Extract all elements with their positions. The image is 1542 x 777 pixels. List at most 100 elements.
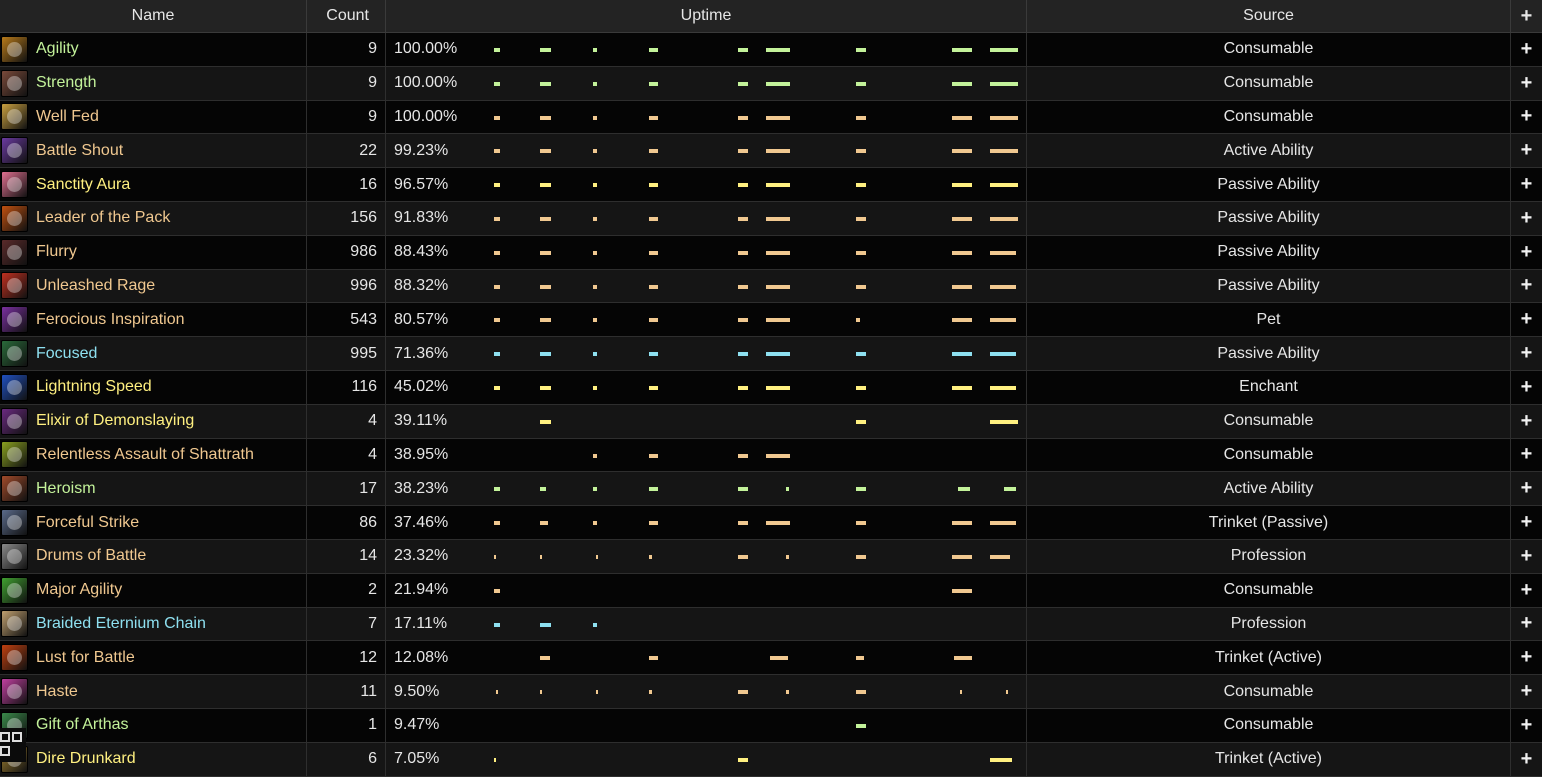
table-row[interactable]: Braided Eternium Chain 7 17.11% Professi… [0,607,1542,642]
expand-row-button[interactable]: + [1511,540,1542,573]
uptime-segment [738,149,748,154]
uptime-percent: 12.08% [394,648,449,666]
count-column-header[interactable]: Count [307,0,386,32]
uptime-column-header[interactable]: Uptime [386,0,1027,32]
uptime-timeline [386,641,1026,674]
buff-name-cell: Drums of Battle [0,539,307,573]
expand-row-button[interactable]: + [1511,641,1542,674]
buff-name[interactable]: Leader of the Pack [36,209,170,227]
expand-row-button[interactable]: + [1511,405,1542,438]
buff-name[interactable]: Focused [36,345,97,363]
buff-name[interactable]: Major Agility [36,581,122,599]
buff-name[interactable]: Flurry [36,243,77,261]
expand-row-button[interactable]: + [1511,303,1542,336]
table-row[interactable]: Focused 995 71.36% Passive Ability + [0,337,1542,371]
buff-name[interactable]: Haste [36,683,78,701]
expand-row-button[interactable]: + [1511,743,1542,776]
buff-name[interactable]: Braided Eternium Chain [36,615,206,633]
expand-row-button[interactable]: + [1511,472,1542,505]
buff-name[interactable]: Drums of Battle [36,547,146,565]
buff-name[interactable]: Forceful Strike [36,514,139,532]
table-row[interactable]: Ferocious Inspiration 543 80.57% Pet + [0,303,1542,338]
table-row[interactable]: Haste 11 9.50% Consumable + [0,675,1542,709]
uptime-timeline [386,472,1026,505]
table-row[interactable]: Flurry 986 88.43% Passive Ability + [0,235,1542,270]
name-column-header[interactable]: Name [0,0,307,32]
table-row[interactable]: Forceful Strike 86 37.46% Trinket (Passi… [0,506,1542,540]
expand-row-button[interactable]: + [1511,202,1542,235]
uptime-segment [1004,487,1016,492]
expand-row-button[interactable]: + [1511,439,1542,472]
expand-row-button[interactable]: + [1511,101,1542,134]
table-row[interactable]: Sanctity Aura 16 96.57% Passive Ability … [0,168,1542,202]
buff-name[interactable]: Agility [36,40,79,58]
uptime-segment [593,352,597,357]
uptime-segment [494,216,500,221]
uptime-segment [649,554,652,559]
table-row[interactable]: Strength 9 100.00% Consumable + [0,66,1542,101]
table-row[interactable]: Well Fed 9 100.00% Consumable + [0,100,1542,135]
expand-row-button[interactable]: + [1511,168,1542,201]
buff-name[interactable]: Gift of Arthas [36,716,128,734]
buff-source: Passive Ability [1027,269,1511,303]
expand-row-button[interactable]: + [1511,337,1542,370]
uptime-percent: 71.36% [394,344,449,362]
uptime-segment [593,487,597,492]
buff-name-cell: Relentless Assault of Shattrath [0,438,307,472]
expand-row-button[interactable]: + [1511,709,1542,742]
uptime-cell: 100.00% [386,100,1027,134]
expand-row-button[interactable]: + [1511,371,1542,404]
uptime-segment [738,757,748,762]
table-row[interactable]: Drums of Battle 14 23.32% Profession + [0,539,1542,574]
buff-name[interactable]: Unleashed Rage [36,277,155,295]
table-row[interactable]: Lightning Speed 116 45.02% Enchant + [0,370,1542,405]
buff-name[interactable]: Sanctity Aura [36,176,130,194]
uptime-segment [856,284,866,289]
table-row[interactable]: Unleashed Rage 996 88.32% Passive Abilit… [0,269,1542,304]
table-row[interactable]: Battle Shout 22 99.23% Active Ability + [0,134,1542,169]
uptime-percent: 39.11% [394,412,448,430]
uptime-cell: 80.57% [386,303,1027,337]
table-row[interactable]: Elixir of Demonslaying 4 39.11% Consumab… [0,404,1542,439]
table-row[interactable]: Lust for Battle 12 12.08% Trinket (Activ… [0,641,1542,676]
uptime-segment [766,81,790,86]
buff-name[interactable]: Elixir of Demonslaying [36,412,194,430]
table-row[interactable]: Leader of the Pack 156 91.83% Passive Ab… [0,201,1542,236]
buff-name[interactable]: Lightning Speed [36,378,152,396]
buff-name[interactable]: Lust for Battle [36,649,135,667]
table-row[interactable]: Dire Drunkard 6 7.05% Trinket (Active) + [0,742,1542,777]
expand-row-button[interactable]: + [1511,33,1542,66]
buff-name[interactable]: Strength [36,74,96,92]
source-column-header[interactable]: Source [1027,0,1511,32]
table-row[interactable]: Relentless Assault of Shattrath 4 38.95%… [0,438,1542,473]
table-row[interactable]: Heroism 17 38.23% Active Ability + [0,472,1542,507]
buff-name[interactable]: Well Fed [36,108,99,126]
uptime-percent: 45.02% [394,378,449,396]
buff-name[interactable]: Battle Shout [36,142,123,160]
table-row[interactable]: Gift of Arthas 1 9.47% Consumable + [0,708,1542,743]
table-row[interactable]: Major Agility 2 21.94% Consumable + [0,573,1542,608]
buff-name-cell: Dire Drunkard [0,742,307,776]
buff-source: Consumable [1027,404,1511,438]
buff-name[interactable]: Heroism [36,480,96,498]
buff-name[interactable]: Dire Drunkard [36,750,136,768]
expand-row-button[interactable]: + [1511,236,1542,269]
uptime-segment [856,216,866,221]
buff-name[interactable]: Ferocious Inspiration [36,311,185,329]
expand-row-button[interactable]: + [1511,270,1542,303]
expand-all-button[interactable]: + [1511,0,1542,32]
expand-row-button[interactable]: + [1511,574,1542,607]
buff-name[interactable]: Relentless Assault of Shattrath [36,446,254,464]
expand-row-button[interactable]: + [1511,506,1542,539]
expand-row-button[interactable]: + [1511,134,1542,167]
table-row[interactable]: Agility 9 100.00% Consumable + [0,33,1542,67]
uptime-cell: 23.32% [386,539,1027,573]
expand-row-button[interactable]: + [1511,608,1542,641]
expand-row-button[interactable]: + [1511,67,1542,100]
uptime-segment [649,81,658,86]
expand-row-button[interactable]: + [1511,675,1542,708]
uptime-segment [540,115,551,120]
uptime-segment [786,487,789,492]
buff-source: Active Ability [1027,134,1511,168]
buff-count: 4 [307,404,386,438]
